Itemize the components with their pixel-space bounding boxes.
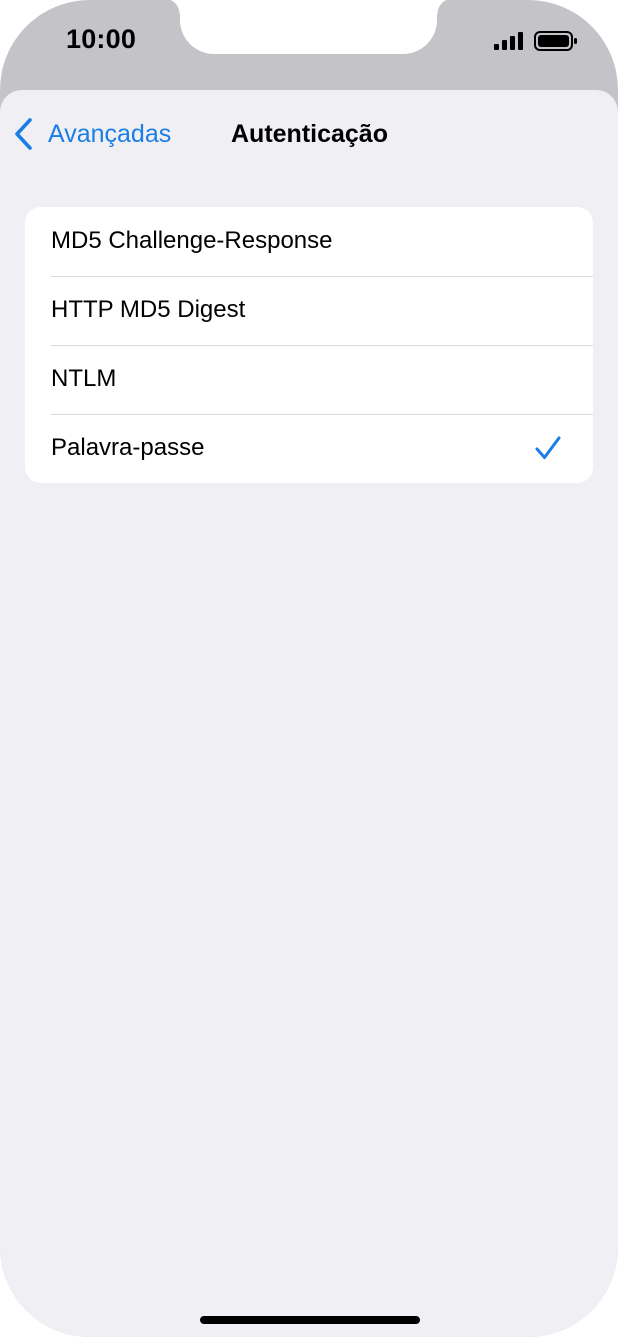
notch bbox=[164, 0, 453, 54]
option-http-md5-digest[interactable]: HTTP MD5 Digest bbox=[25, 276, 593, 345]
home-indicator[interactable] bbox=[200, 1316, 420, 1324]
option-label: NTLM bbox=[51, 365, 117, 392]
option-md5-challenge-response[interactable]: MD5 Challenge-Response bbox=[25, 207, 593, 276]
option-ntlm[interactable]: NTLM bbox=[25, 345, 593, 414]
option-palavra-passe[interactable]: Palavra-passe bbox=[25, 414, 593, 483]
page-title: Autenticação bbox=[231, 120, 388, 148]
navigation-bar: Avançadas Autenticação bbox=[0, 90, 618, 180]
option-label: HTTP MD5 Digest bbox=[51, 296, 246, 323]
checkmark-icon bbox=[535, 436, 561, 459]
settings-screen: Avançadas Autenticação MD5 Challenge-Res… bbox=[0, 90, 618, 1337]
authentication-options-list: MD5 Challenge-Response HTTP MD5 Digest N… bbox=[25, 207, 593, 483]
battery-icon bbox=[534, 31, 577, 51]
status-time: 10:00 bbox=[66, 24, 137, 54]
option-label: Palavra-passe bbox=[51, 434, 205, 461]
cellular-signal-icon bbox=[494, 32, 523, 50]
phone-frame: 10:00 Avançadas Autenticação MD5 Challen… bbox=[0, 0, 618, 1337]
option-label: MD5 Challenge-Response bbox=[51, 227, 333, 254]
